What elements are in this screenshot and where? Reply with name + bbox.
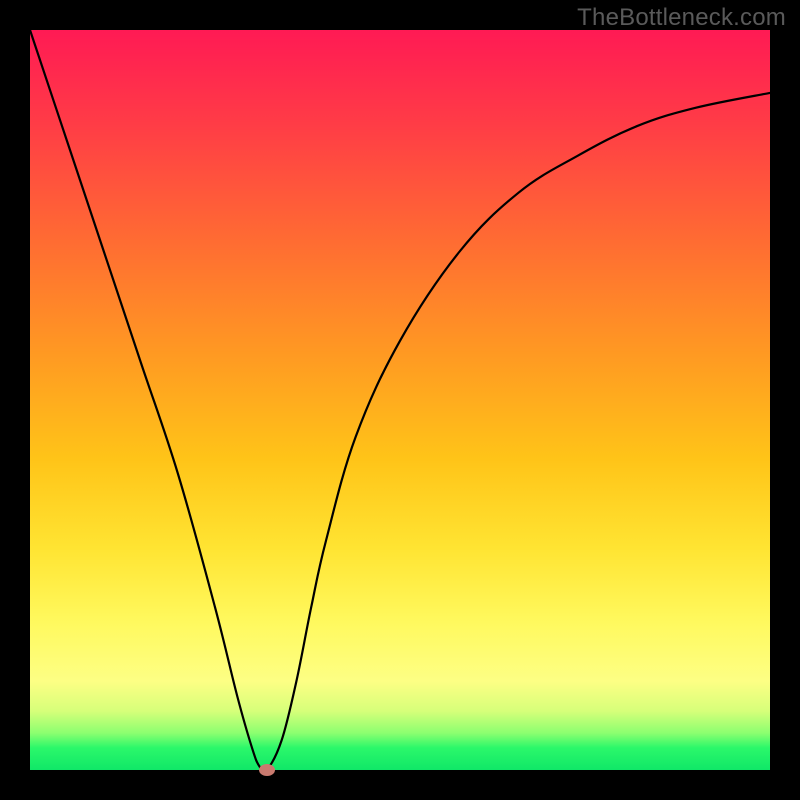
chart-frame: TheBottleneck.com [0,0,800,800]
curve-svg [30,30,770,770]
bottleneck-curve [30,30,770,772]
bottleneck-marker-icon [259,764,275,776]
plot-area [30,30,770,770]
watermark-text: TheBottleneck.com [577,4,786,32]
